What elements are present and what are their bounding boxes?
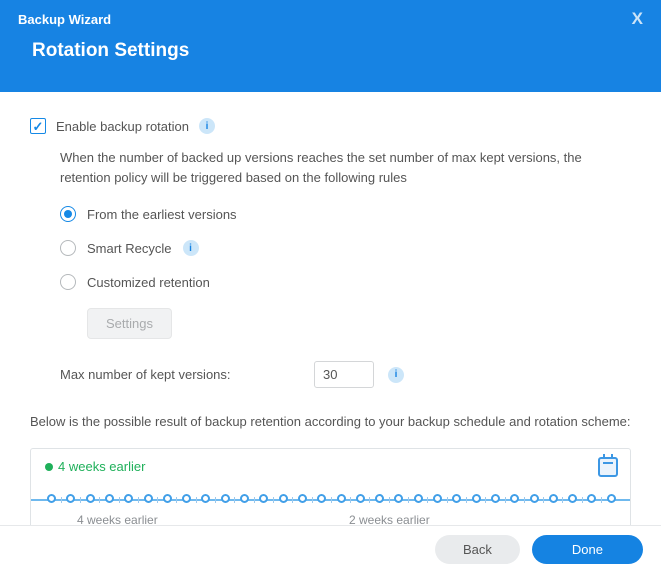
timeline-point (452, 494, 461, 503)
timeline-point (394, 494, 403, 503)
timeline-point (337, 494, 346, 503)
radio-earliest-label: From the earliest versions (87, 207, 237, 222)
radio-smart-label: Smart Recycle (87, 241, 172, 256)
timeline-point (491, 494, 500, 503)
timeline-point (240, 494, 249, 503)
timeline-point (279, 494, 288, 503)
timeline-point (66, 494, 75, 503)
max-versions-input[interactable] (314, 361, 374, 388)
timeline-point (510, 494, 519, 503)
app-title: Backup Wizard (18, 12, 111, 27)
info-icon[interactable]: i (388, 367, 404, 383)
timeline-point (433, 494, 442, 503)
timeline-point (356, 494, 365, 503)
timeline-point (221, 494, 230, 503)
timeline-point (105, 494, 114, 503)
timeline-point (201, 494, 210, 503)
timeline-point (144, 494, 153, 503)
timeline-point (587, 494, 596, 503)
close-icon[interactable]: X (632, 9, 643, 29)
timeline-point (607, 494, 616, 503)
timeline-preview: 4 weeks earlier 4 weeks earlier 2 weeks … (30, 448, 631, 532)
done-button[interactable]: Done (532, 535, 643, 564)
below-description: Below is the possible result of backup r… (30, 412, 631, 432)
info-icon[interactable]: i (183, 240, 199, 256)
max-versions-label: Max number of kept versions: (60, 367, 300, 382)
rotation-description: When the number of backed up versions re… (60, 148, 631, 188)
calendar-icon[interactable] (598, 457, 618, 477)
timeline-point (414, 494, 423, 503)
timeline-point (47, 494, 56, 503)
page-title: Rotation Settings (18, 38, 643, 62)
timeline-point (86, 494, 95, 503)
enable-rotation-label: Enable backup rotation (56, 119, 189, 134)
timeline-point (163, 494, 172, 503)
timeline-current-label: 4 weeks earlier (58, 459, 145, 474)
enable-rotation-checkbox[interactable]: ✓ (30, 118, 46, 134)
radio-smart[interactable] (60, 240, 76, 256)
back-button[interactable]: Back (435, 535, 520, 564)
info-icon[interactable]: i (199, 118, 215, 134)
settings-button: Settings (87, 308, 172, 339)
timeline-point (549, 494, 558, 503)
radio-custom-label: Customized retention (87, 275, 210, 290)
green-dot-icon (45, 463, 53, 471)
timeline-point (317, 494, 326, 503)
timeline-point (472, 494, 481, 503)
timeline-point (182, 494, 191, 503)
radio-custom[interactable] (60, 274, 76, 290)
radio-earliest[interactable] (60, 206, 76, 222)
timeline-point (530, 494, 539, 503)
timeline-point (298, 494, 307, 503)
timeline-point (375, 494, 384, 503)
timeline-point (259, 494, 268, 503)
timeline-point (568, 494, 577, 503)
timeline-point (124, 494, 133, 503)
